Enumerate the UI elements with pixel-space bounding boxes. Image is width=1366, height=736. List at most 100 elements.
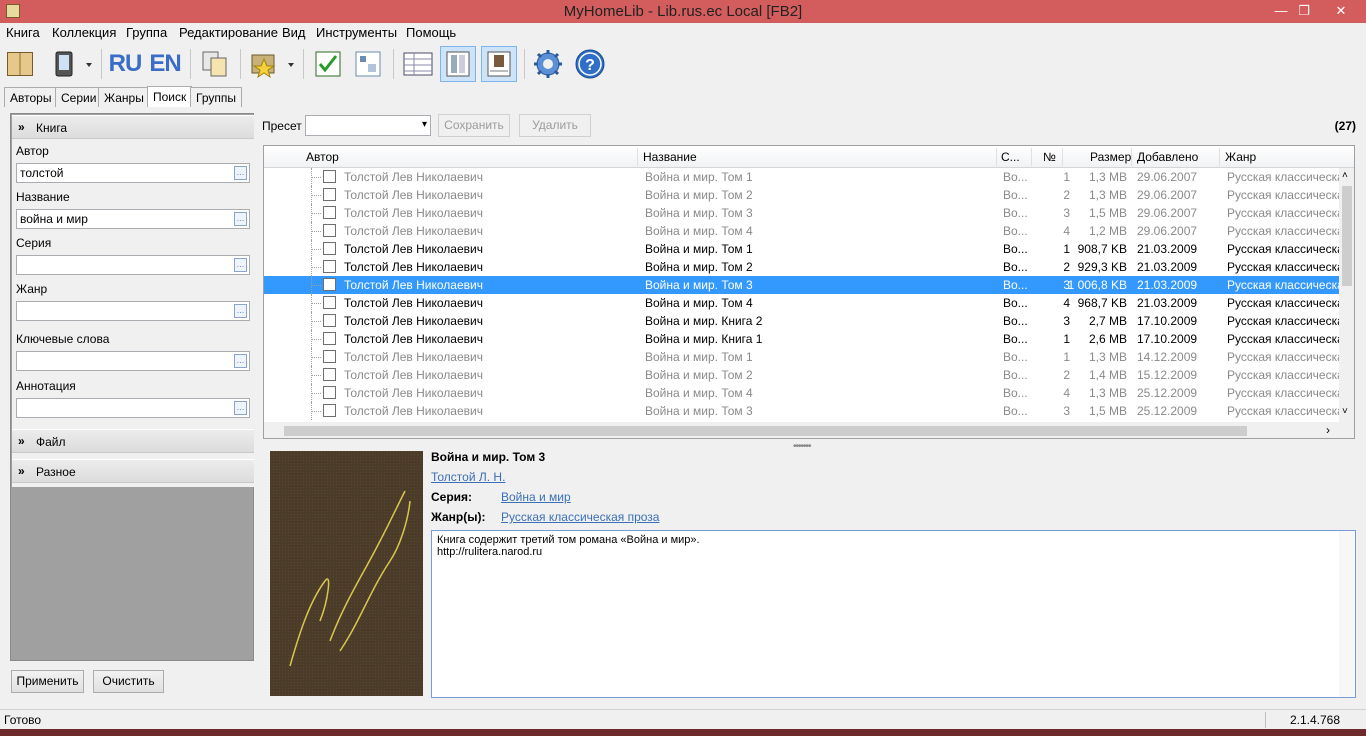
- save-preset-button[interactable]: Сохранить: [438, 114, 510, 137]
- row-checkbox[interactable]: [323, 260, 336, 273]
- minimize-button[interactable]: —: [1270, 2, 1292, 20]
- chevron-down-icon[interactable]: ˅: [1342, 406, 1348, 417]
- delete-preset-button[interactable]: Удалить: [519, 114, 591, 137]
- col-size[interactable]: Размер: [1090, 150, 1131, 164]
- table-row[interactable]: Толстой Лев Николаевич Война и мир. Том 1…: [264, 168, 1339, 186]
- table-row[interactable]: Толстой Лев Николаевич Война и мир. Том 3…: [264, 402, 1339, 420]
- apply-button[interactable]: Применить: [11, 670, 84, 693]
- row-checkbox[interactable]: [323, 404, 336, 417]
- tree-view-icon[interactable]: [350, 46, 386, 82]
- table-row[interactable]: Толстой Лев Николаевич Война и мир. Том 4…: [264, 222, 1339, 240]
- author-link[interactable]: Толстой Л. Н.: [431, 470, 505, 484]
- field-editor-icon[interactable]: …: [234, 212, 247, 226]
- row-checkbox[interactable]: [323, 368, 336, 381]
- table-view-icon[interactable]: [400, 46, 436, 82]
- row-checkbox[interactable]: [323, 188, 336, 201]
- table-row[interactable]: Толстой Лев Николаевич Война и мир. Том 4…: [264, 384, 1339, 402]
- help-icon[interactable]: ?: [572, 46, 608, 82]
- copy-icon[interactable]: [197, 46, 233, 82]
- row-checkbox[interactable]: [323, 314, 336, 327]
- maximize-button[interactable]: ❐: [1293, 2, 1315, 20]
- annotation-input[interactable]: …: [16, 398, 250, 418]
- genre-link[interactable]: Русская классическая проза: [501, 510, 659, 524]
- book-icon[interactable]: [2, 46, 38, 82]
- table-row[interactable]: Толстой Лев Николаевич Война и мир. Том 2…: [264, 258, 1339, 276]
- scroll-thumb[interactable]: [284, 426, 1247, 436]
- tab-genres[interactable]: Жанры: [98, 87, 150, 107]
- row-checkbox[interactable]: [323, 332, 336, 345]
- field-editor-icon[interactable]: …: [234, 304, 247, 318]
- scroll-thumb[interactable]: [1342, 186, 1352, 286]
- genre-input[interactable]: …: [16, 301, 250, 321]
- title-bar: MyHomeLib - Lib.rus.ec Local [FB2] — ❐ ✕: [0, 0, 1366, 23]
- row-checkbox[interactable]: [323, 224, 336, 237]
- section-book-header[interactable]: » Книга: [12, 115, 254, 139]
- table-row[interactable]: Толстой Лев Николаевич Война и мир. Книга…: [264, 330, 1339, 348]
- menu-book[interactable]: Книга: [6, 25, 40, 40]
- preset-select[interactable]: ▾: [305, 115, 431, 136]
- menu-help[interactable]: Помощь: [406, 25, 456, 40]
- cell-added: 17.10.2009: [1137, 314, 1198, 328]
- col-added[interactable]: Добавлено: [1137, 150, 1198, 164]
- cover-panel-icon[interactable]: [481, 46, 517, 82]
- chevron-up-icon[interactable]: ˄: [1342, 170, 1348, 181]
- table-row[interactable]: Толстой Лев Николаевич Война и мир. Том 2…: [264, 186, 1339, 204]
- table-row[interactable]: Толстой Лев Николаевич Война и мир. Том 2…: [264, 366, 1339, 384]
- checklist-icon[interactable]: [310, 46, 346, 82]
- row-checkbox[interactable]: [323, 206, 336, 219]
- tab-series[interactable]: Серии: [55, 87, 103, 107]
- cell-series: Во...: [1003, 170, 1028, 184]
- annotation-box[interactable]: Книга содержит третий том романа «Война …: [431, 530, 1356, 698]
- field-editor-icon[interactable]: …: [234, 354, 247, 368]
- author-input[interactable]: толстой…: [16, 163, 250, 183]
- row-checkbox[interactable]: [323, 296, 336, 309]
- splitter-handle[interactable]: •••••••: [793, 441, 811, 452]
- vertical-scrollbar[interactable]: [1339, 531, 1355, 697]
- col-number[interactable]: №: [1043, 150, 1056, 164]
- field-editor-icon[interactable]: …: [234, 166, 247, 180]
- menu-edit[interactable]: Редактирование: [179, 25, 278, 40]
- row-checkbox[interactable]: [323, 242, 336, 255]
- section-file-header[interactable]: » Файл: [12, 429, 254, 453]
- vertical-scrollbar[interactable]: ˄ ˅: [1339, 168, 1354, 422]
- title-input[interactable]: война и мир…: [16, 209, 250, 229]
- col-author[interactable]: Автор: [306, 150, 339, 164]
- clear-button[interactable]: Очистить: [93, 670, 164, 693]
- col-genre[interactable]: Жанр: [1225, 150, 1256, 164]
- close-button[interactable]: ✕: [1330, 2, 1352, 20]
- section-misc-header[interactable]: » Разное: [12, 459, 254, 483]
- menu-view[interactable]: Вид: [282, 25, 306, 40]
- row-checkbox[interactable]: [323, 386, 336, 399]
- chevron-down-icon: ▾: [421, 119, 427, 130]
- settings-gear-icon[interactable]: [530, 46, 566, 82]
- table-row[interactable]: Толстой Лев Николаевич Война и мир. Том 3…: [264, 204, 1339, 222]
- tab-groups[interactable]: Группы: [190, 87, 242, 107]
- table-row[interactable]: Толстой Лев Николаевич Война и мир. Том 1…: [264, 240, 1339, 258]
- table-row[interactable]: Толстой Лев Николаевич Война и мир. Том 3…: [264, 276, 1339, 294]
- menu-tools[interactable]: Инструменты: [316, 25, 397, 40]
- series-link[interactable]: Война и мир: [501, 490, 571, 504]
- table-row[interactable]: Толстой Лев Николаевич Война и мир. Том 4…: [264, 294, 1339, 312]
- row-checkbox[interactable]: [323, 278, 336, 291]
- menu-group[interactable]: Группа: [126, 25, 167, 40]
- horizontal-scrollbar[interactable]: ›: [264, 422, 1354, 438]
- add-to-group-icon[interactable]: [247, 46, 297, 82]
- table-row[interactable]: Толстой Лев Николаевич Война и мир. Книга…: [264, 312, 1339, 330]
- row-checkbox[interactable]: [323, 170, 336, 183]
- device-send-icon[interactable]: [48, 46, 96, 82]
- tab-authors[interactable]: Авторы: [4, 87, 58, 107]
- details-panel-icon[interactable]: [440, 46, 476, 82]
- field-editor-icon[interactable]: …: [234, 258, 247, 272]
- lang-en-button[interactable]: EN: [147, 46, 183, 82]
- lang-ru-button[interactable]: RU: [107, 46, 143, 82]
- row-checkbox[interactable]: [323, 350, 336, 363]
- tab-search[interactable]: Поиск: [147, 86, 193, 107]
- menu-collection[interactable]: Коллекция: [52, 25, 116, 40]
- chevron-right-icon[interactable]: ›: [1326, 423, 1330, 437]
- col-series[interactable]: С...: [1001, 150, 1020, 164]
- series-input[interactable]: …: [16, 255, 250, 275]
- col-title[interactable]: Название: [643, 150, 697, 164]
- keywords-input[interactable]: …: [16, 351, 250, 371]
- field-editor-icon[interactable]: …: [234, 401, 247, 415]
- table-row[interactable]: Толстой Лев Николаевич Война и мир. Том 1…: [264, 348, 1339, 366]
